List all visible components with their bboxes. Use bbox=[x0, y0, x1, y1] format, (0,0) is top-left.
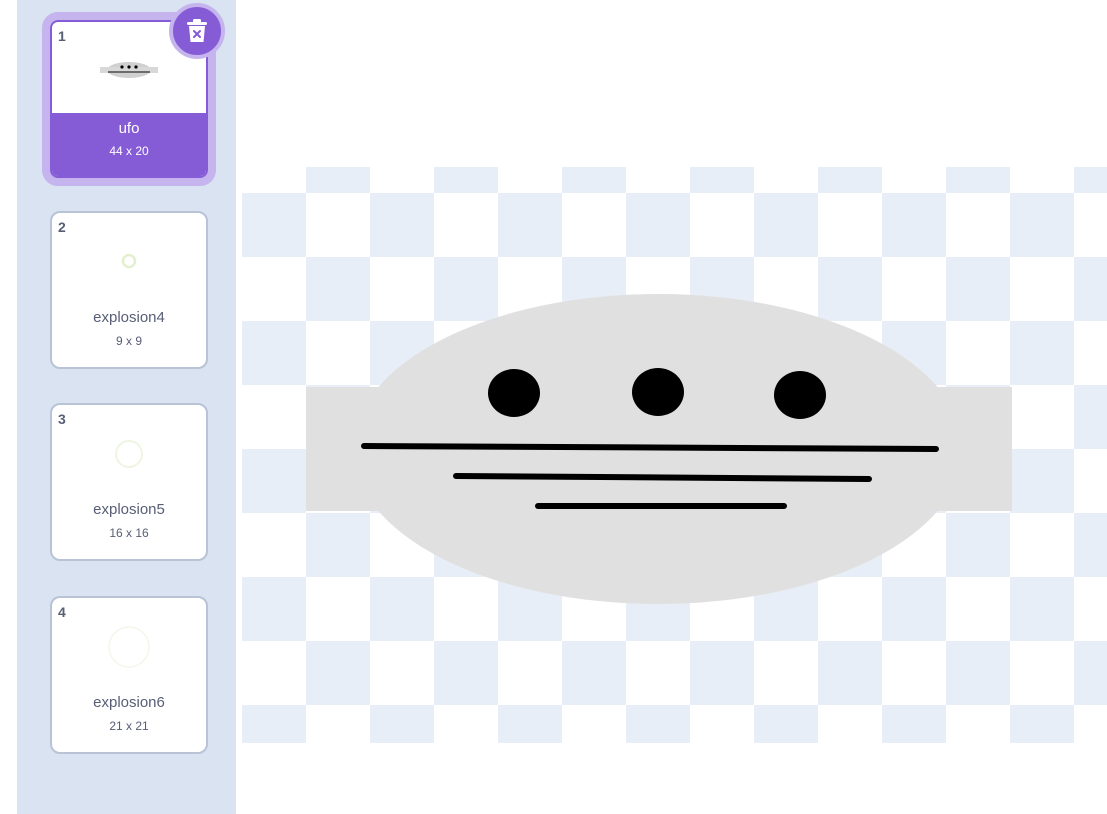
costume-thumbnail-explosion5 bbox=[115, 440, 143, 468]
ufo-costume-drawing[interactable] bbox=[236, 0, 1107, 814]
costume-size: 16 x 16 bbox=[109, 526, 149, 540]
ufo-window-left bbox=[488, 369, 540, 417]
costume-tile-explosion6[interactable]: 4 explosion6 21 x 21 bbox=[50, 596, 208, 754]
costume-size: 9 x 9 bbox=[115, 334, 142, 348]
ufo-stripe-top bbox=[361, 443, 939, 452]
costume-name: explosion5 bbox=[93, 501, 165, 518]
trash-icon bbox=[187, 19, 207, 42]
ufo-stripe-middle bbox=[453, 473, 872, 482]
paint-editor-canvas[interactable] bbox=[236, 0, 1107, 814]
costume-size: 44 x 20 bbox=[109, 144, 149, 158]
ufo-window-middle bbox=[632, 368, 684, 416]
costume-thumbnail-explosion6 bbox=[108, 626, 150, 668]
costume-tile-explosion4[interactable]: 2 explosion4 9 x 9 bbox=[50, 211, 208, 369]
costume-thumbnail-explosion4 bbox=[121, 253, 137, 269]
costume-tile-explosion5[interactable]: 3 explosion5 16 x 16 bbox=[50, 403, 208, 561]
costume-name: explosion6 bbox=[93, 694, 165, 711]
ufo-window-right bbox=[774, 371, 826, 419]
costume-size: 21 x 21 bbox=[109, 719, 149, 733]
delete-costume-button[interactable] bbox=[169, 3, 225, 59]
costume-name: explosion4 bbox=[93, 309, 165, 326]
costume-name: ufo bbox=[118, 120, 140, 137]
